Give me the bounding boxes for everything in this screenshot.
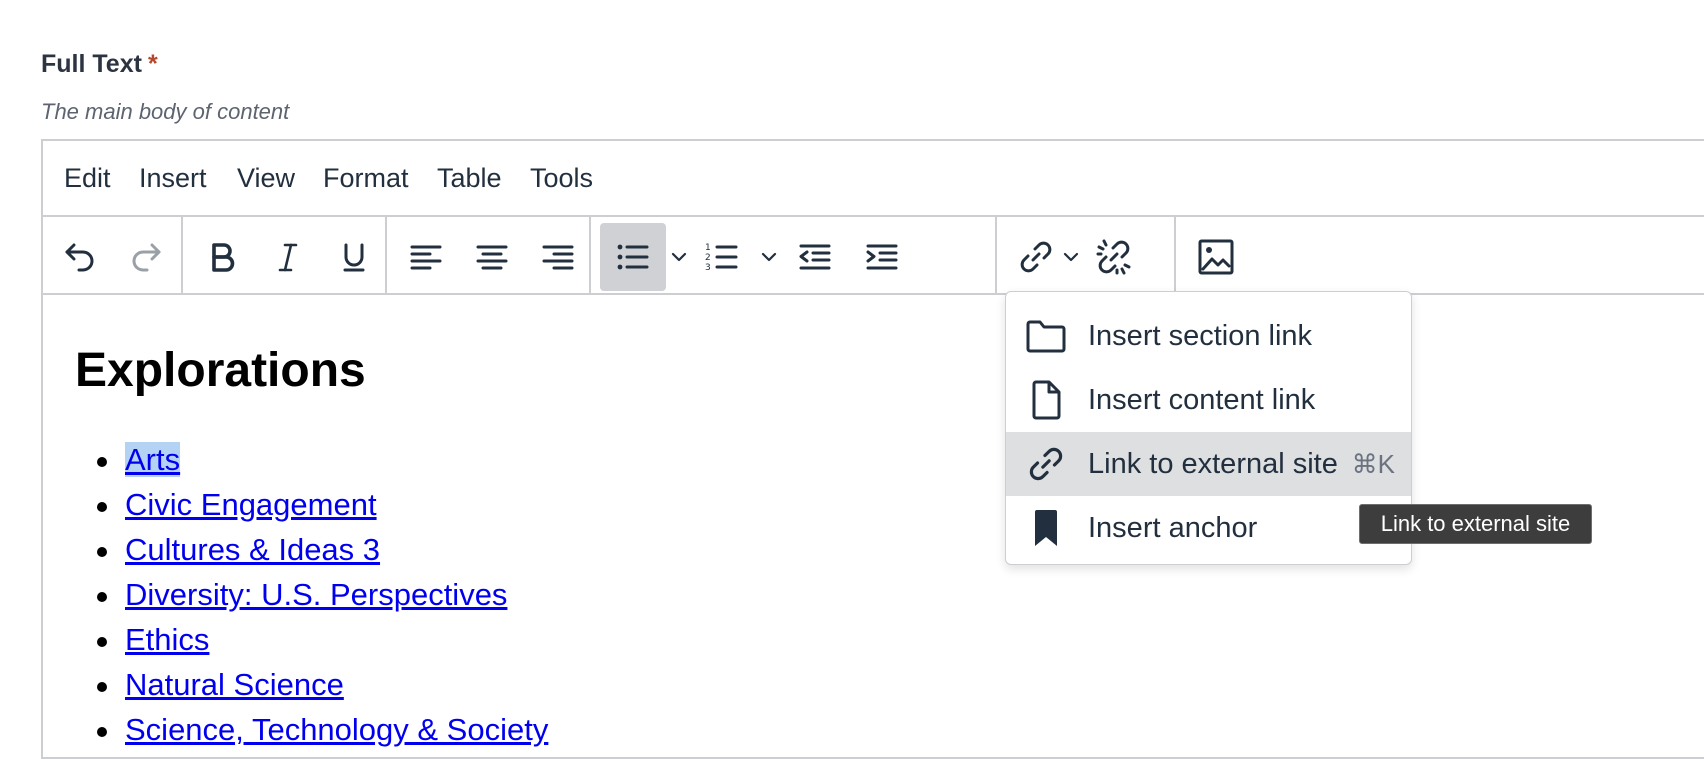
toolbar-separator (181, 217, 183, 295)
menu-view[interactable]: View (237, 163, 295, 194)
list-item: Science, Technology & Society (96, 707, 548, 752)
outdent-icon (799, 244, 831, 270)
italic-button[interactable] (265, 223, 311, 291)
list-link[interactable]: Science, Technology & Society (125, 712, 548, 747)
bookmark-icon (1024, 509, 1068, 547)
rich-text-editor: Edit Insert View Format Table Tools 1 2 … (41, 139, 1704, 759)
outdent-button[interactable] (792, 223, 838, 291)
list-item: Civic Engagement (96, 482, 548, 527)
unlink-icon (1096, 239, 1131, 275)
content-heading: Explorations (75, 344, 366, 397)
link-button[interactable] (1013, 223, 1059, 291)
indent-icon (866, 244, 898, 270)
menu-item-label: Insert content link (1088, 383, 1316, 416)
list-link[interactable]: Cultures & Ideas 3 (125, 532, 380, 567)
insert-image-button[interactable] (1193, 223, 1239, 291)
numbered-list-icon: 123 (705, 243, 738, 273)
list-item: Cultures & Ideas 3 (96, 527, 548, 572)
list-item: Natural Science (96, 662, 548, 707)
menu-item-label: Insert anchor (1088, 511, 1258, 544)
toolbar-separator (1174, 217, 1176, 295)
undo-icon (65, 243, 94, 272)
align-right-icon (542, 245, 574, 270)
bold-button[interactable] (199, 223, 245, 291)
bullet-list-icon (617, 244, 649, 270)
italic-icon (278, 243, 298, 272)
menu-item-insert-content-link[interactable]: Insert content link (1006, 368, 1411, 432)
field-help-text: The main body of content (41, 99, 290, 124)
link-list: Arts Civic Engagement Cultures & Ideas 3… (96, 437, 548, 752)
list-item: Diversity: U.S. Perspectives (96, 572, 548, 617)
menu-insert[interactable]: Insert (139, 163, 207, 194)
list-link[interactable]: Diversity: U.S. Perspectives (125, 577, 507, 612)
folder-icon (1024, 319, 1068, 353)
indent-button[interactable] (859, 223, 905, 291)
align-center-button[interactable] (469, 223, 515, 291)
field-label-text: Full Text (41, 50, 142, 78)
bullet-list-chevron[interactable] (666, 223, 692, 291)
menu-edit[interactable]: Edit (64, 163, 111, 194)
menu-format[interactable]: Format (323, 163, 409, 194)
list-link[interactable]: Civic Engagement (125, 487, 377, 522)
align-left-button[interactable] (403, 223, 449, 291)
toolbar-separator (995, 217, 997, 295)
menu-item-insert-section-link[interactable]: Insert section link (1006, 304, 1411, 368)
redo-icon (132, 243, 161, 272)
keyboard-shortcut: ⌘K (1351, 448, 1395, 479)
menu-tools[interactable]: Tools (530, 163, 593, 194)
chevron-down-icon (671, 252, 687, 262)
align-center-icon (476, 245, 508, 270)
list-link[interactable]: Arts (125, 442, 181, 477)
link-icon (1024, 445, 1068, 483)
tooltip: Link to external site (1359, 504, 1592, 544)
link-icon (1020, 241, 1052, 273)
field-label: Full Text * (41, 50, 158, 79)
numbered-list-button[interactable]: 123 (699, 223, 745, 291)
list-item: Ethics (96, 617, 548, 662)
redo-button[interactable] (123, 223, 169, 291)
toolbar-separator (385, 217, 387, 295)
menu-item-label: Insert section link (1088, 319, 1313, 352)
editor-toolbar: 123 (43, 217, 1704, 295)
svg-text:2: 2 (705, 253, 711, 263)
underline-button[interactable] (331, 223, 377, 291)
numbered-list-chevron[interactable] (756, 223, 782, 291)
underline-icon (343, 243, 365, 272)
menu-item-link-to-external-site[interactable]: Link to external site ⌘K (1006, 432, 1411, 496)
link-dropdown-menu: Insert section link Insert content link … (1005, 291, 1412, 565)
list-link[interactable]: Natural Science (125, 667, 344, 702)
chevron-down-icon (1063, 252, 1079, 262)
unlink-button[interactable] (1091, 223, 1137, 291)
image-icon (1198, 239, 1234, 275)
bold-icon (212, 243, 235, 272)
chevron-down-icon (761, 252, 777, 262)
menu-item-label: Link to external site (1088, 447, 1338, 480)
align-right-button[interactable] (535, 223, 581, 291)
svg-text:1: 1 (705, 243, 711, 253)
document-icon (1024, 380, 1068, 420)
bullet-list-button[interactable] (600, 223, 666, 291)
align-left-icon (410, 245, 442, 270)
toolbar-separator (589, 217, 591, 295)
undo-button[interactable] (57, 223, 103, 291)
list-item: Arts (96, 437, 548, 482)
required-marker: * (147, 50, 158, 78)
list-link[interactable]: Ethics (125, 622, 209, 657)
menu-table[interactable]: Table (437, 163, 502, 194)
editor-menubar: Edit Insert View Format Table Tools (43, 141, 1704, 217)
link-chevron[interactable] (1058, 223, 1084, 291)
svg-text:3: 3 (705, 263, 711, 273)
menu-item-insert-anchor[interactable]: Insert anchor (1006, 496, 1411, 560)
